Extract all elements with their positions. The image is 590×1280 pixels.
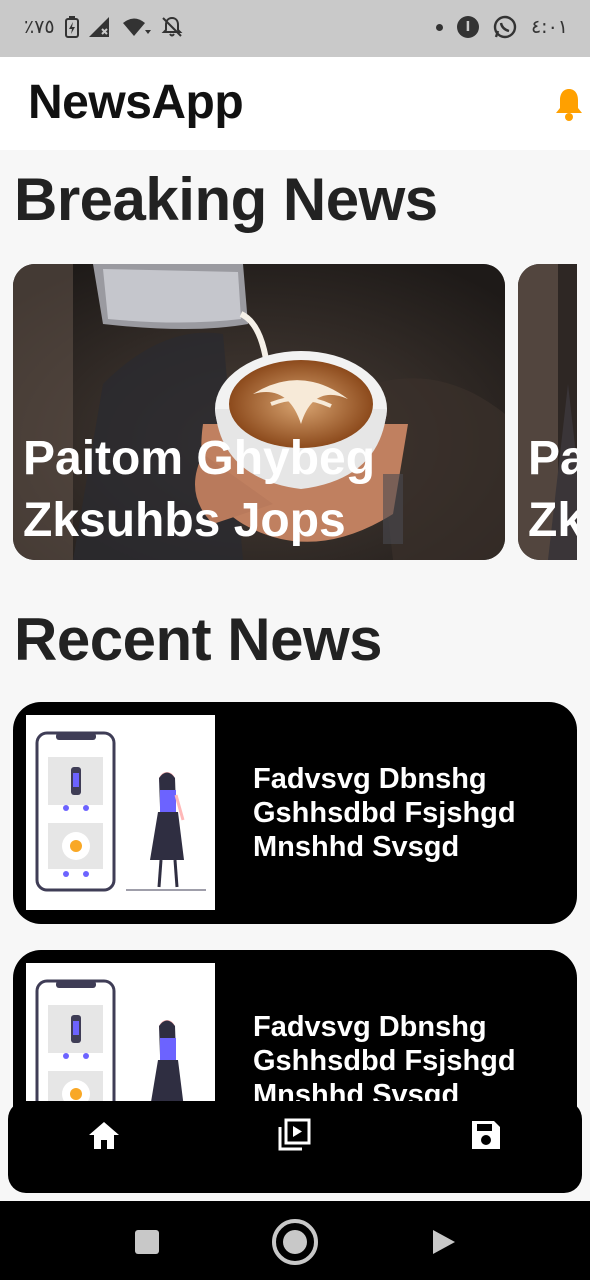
video-library-icon <box>278 1118 311 1151</box>
nav-videos[interactable] <box>274 1115 314 1155</box>
nav-home[interactable] <box>84 1115 124 1155</box>
breaking-news-heading: Breaking News <box>14 166 438 233</box>
app-notification-icon: I <box>456 16 479 38</box>
bottom-navigation <box>8 1101 582 1193</box>
battery-percent: ٪٧٥ <box>24 16 55 38</box>
recent-news-card[interactable]: Fadvsvg Dbnshg Gshhsdbd Fsjshgd Mnshhd S… <box>13 702 577 924</box>
home-icon <box>89 1122 119 1149</box>
system-navigation-bar <box>0 1201 590 1280</box>
save-icon <box>472 1121 500 1149</box>
clock: ٤:٠١ <box>530 16 568 38</box>
signal-icon <box>88 17 109 37</box>
status-left: ٪٧٥ <box>24 16 183 38</box>
app-bar: NewsApp <box>0 57 590 150</box>
home-circle-icon[interactable] <box>271 1218 319 1266</box>
breaking-news-title: Paitom Ghybeg Zksuhbs Jops <box>23 432 376 547</box>
whatsapp-icon <box>493 15 517 39</box>
recent-news-title: Fadvsvg Dbnshg Gshhsdbd Fsjshgd Mnshhd S… <box>253 763 516 863</box>
battery-icon <box>64 16 79 38</box>
recent-news-heading: Recent News <box>14 606 382 673</box>
app-title: NewsApp <box>28 76 244 129</box>
bell-icon[interactable] <box>554 87 584 121</box>
back-triangle-icon[interactable] <box>431 1229 457 1255</box>
wifi-icon <box>122 18 151 36</box>
shopping-app-illustration <box>35 731 206 892</box>
status-right: I ٤:٠١ <box>435 15 568 39</box>
status-bar: ٪٧٥ I ٤:٠١ <box>0 0 590 57</box>
breaking-news-title: Paitom Ghybeg Zksuhbs Jops <box>528 432 577 547</box>
breaking-news-card[interactable]: Paitom Ghybeg Zksuhbs Jops <box>13 264 505 560</box>
notification-dot-icon <box>435 23 443 31</box>
breaking-news-carousel[interactable]: Paitom Ghybeg Zksuhbs Jops Paitom Ghybeg… <box>13 264 577 560</box>
nav-saved[interactable] <box>466 1115 506 1155</box>
recent-news-title: Fadvsvg Dbnshg Gshhsdbd Fsjshgd Mnshhd S… <box>253 1011 516 1111</box>
recent-news-image <box>26 715 215 910</box>
recents-square-icon[interactable] <box>134 1229 160 1255</box>
breaking-news-card[interactable]: Paitom Ghybeg Zksuhbs Jops <box>518 264 577 560</box>
mute-notifications-icon <box>161 16 183 37</box>
